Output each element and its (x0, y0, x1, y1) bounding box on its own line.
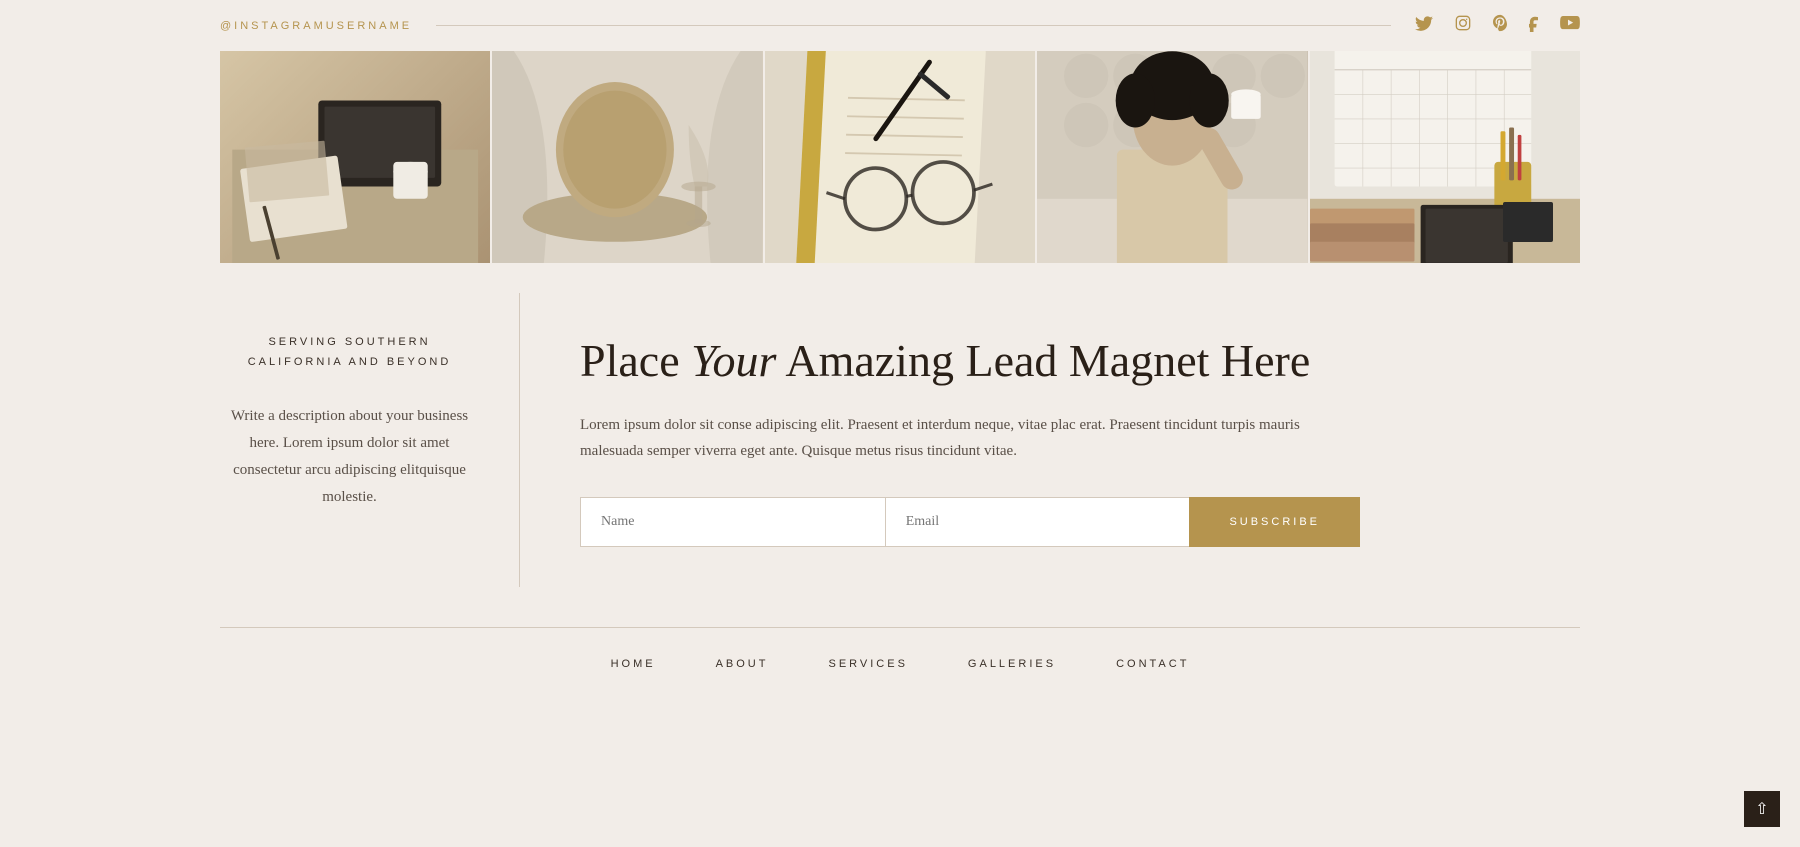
nav-galleries[interactable]: GALLERIES (968, 658, 1056, 670)
top-bar-divider (436, 25, 1391, 26)
photo-desk-laptop (220, 51, 490, 263)
footer-nav: HOME ABOUT SERVICES GALLERIES CONTACT (0, 628, 1800, 700)
nav-services[interactable]: SERVICES (828, 658, 907, 670)
lead-title-start: Place (580, 335, 691, 386)
nav-about[interactable]: ABOUT (716, 658, 769, 670)
lead-title-end: Amazing Lead Magnet Here (776, 335, 1310, 386)
scroll-to-top-button[interactable]: ⇧ (1744, 791, 1780, 827)
sidebar-heading: SERVING SOUTHERNCALIFORNIA AND BEYOND (220, 333, 479, 373)
subscribe-button[interactable]: SUBSCRIBE (1189, 497, 1360, 547)
pinterest-icon[interactable] (1493, 14, 1507, 37)
lead-description: Lorem ipsum dolor sit conse adipiscing e… (580, 412, 1360, 465)
sidebar-description: Write a description about your business … (220, 403, 479, 511)
photo-hat-glass (492, 51, 762, 263)
lead-magnet-title: Place Your Amazing Lead Magnet Here (580, 333, 1580, 388)
facebook-icon[interactable] (1529, 14, 1538, 37)
sidebar: SERVING SOUTHERNCALIFORNIA AND BEYOND Wr… (220, 293, 520, 587)
photo-woman-coffee (1037, 51, 1307, 263)
scroll-top-icon: ⇧ (1755, 799, 1768, 819)
name-input[interactable] (580, 497, 885, 547)
nav-home[interactable]: HOME (611, 658, 656, 670)
email-input[interactable] (885, 497, 1190, 547)
instagram-icon[interactable] (1455, 15, 1471, 36)
main-content: SERVING SOUTHERNCALIFORNIA AND BEYOND Wr… (0, 293, 1800, 587)
lead-title-italic: Your (691, 335, 776, 386)
top-bar: @INSTAGRAMUSERNAME (0, 0, 1800, 51)
subscribe-form: SUBSCRIBE (580, 497, 1360, 547)
social-icons-group (1415, 14, 1580, 37)
photo-desk-calendar (1310, 51, 1580, 263)
photo-strip (0, 51, 1800, 263)
instagram-handle[interactable]: @INSTAGRAMUSERNAME (220, 20, 412, 32)
youtube-icon[interactable] (1560, 16, 1580, 35)
nav-contact[interactable]: CONTACT (1116, 658, 1189, 670)
twitter-icon[interactable] (1415, 16, 1433, 36)
lead-magnet-section: Place Your Amazing Lead Magnet Here Lore… (520, 293, 1580, 587)
photo-notebook-glasses (765, 51, 1035, 263)
